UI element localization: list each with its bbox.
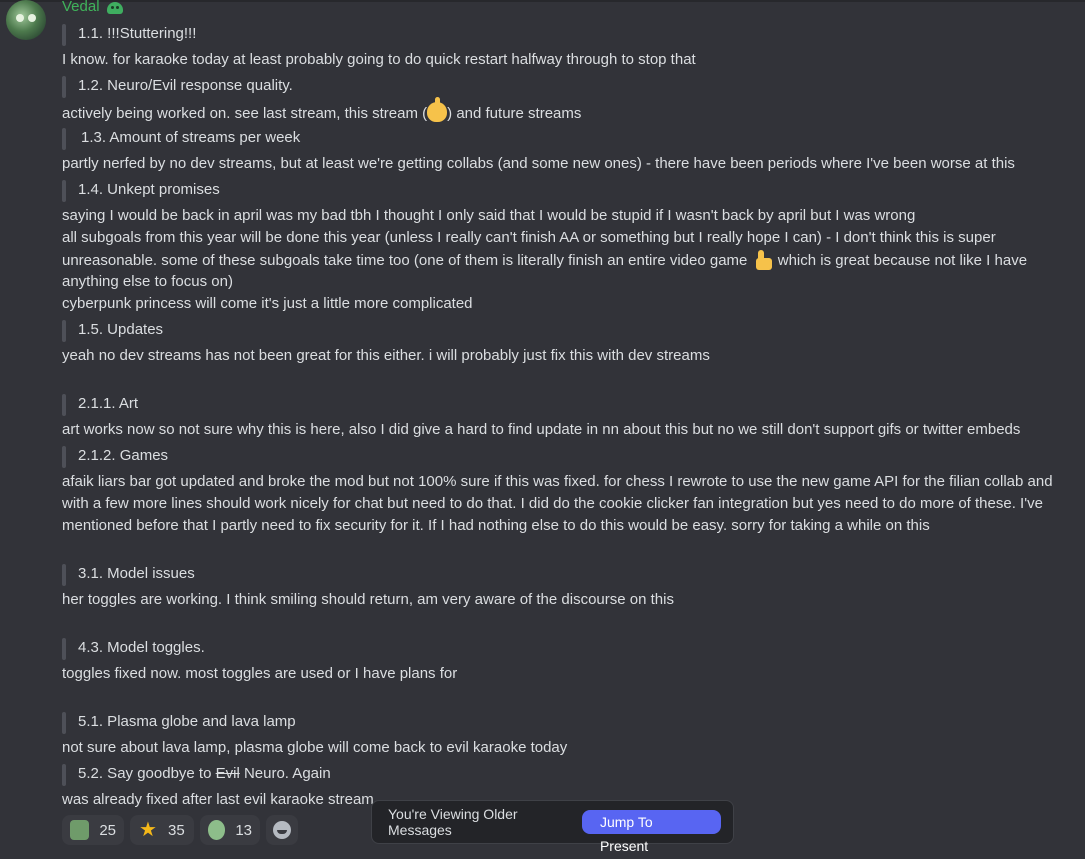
message-line: not sure about lava lamp, plasma globe w…: [62, 739, 568, 756]
message-line: with a few more lines should work nicely…: [62, 495, 1043, 512]
message-line: I know. for karaoke today at least proba…: [62, 51, 696, 68]
message-line: cyberpunk princess will come it's just a…: [62, 295, 473, 312]
message-line: yeah no dev streams has not been great f…: [62, 347, 710, 364]
message-line: unreasonable. some of these subgoals tak…: [62, 250, 1028, 270]
older-messages-text: You're Viewing Older Messages: [388, 806, 518, 838]
reaction-tree[interactable]: 13: [200, 815, 260, 845]
thumbs-up-emoji-icon: [752, 250, 774, 270]
message-line: saying I would be back in april was my b…: [62, 207, 916, 224]
author-badge-icon: [107, 2, 123, 14]
message-line: toggles fixed now. most toggles are used…: [62, 665, 458, 682]
message-line: mentioned before that I partly need to f…: [62, 517, 930, 534]
author-avatar[interactable]: [6, 0, 46, 40]
older-messages-bar: You're Viewing Older Messages Jump To Pr…: [371, 800, 734, 854]
message-line: art works now so not sure why this is he…: [62, 421, 1021, 438]
frog-emoji-icon: [70, 820, 90, 840]
tree-emoji-icon: [208, 820, 226, 840]
smiley-icon: [273, 821, 291, 839]
message-line: afaik liars bar got updated and broke th…: [62, 473, 1053, 490]
message-line: actively being worked on. see last strea…: [62, 97, 581, 124]
jump-to-present-button[interactable]: Jump To Present: [581, 810, 721, 854]
message-line: all subgoals from this year will be done…: [62, 229, 996, 246]
add-reaction-button[interactable]: [266, 815, 298, 845]
message-line: partly nerfed by no dev streams, but at …: [62, 155, 1015, 172]
reaction-star[interactable]: ★ 35: [130, 815, 194, 845]
top-divider: [0, 0, 1085, 2]
author-name[interactable]: Vedal: [62, 0, 100, 15]
message-line: was already fixed after last evil karaok…: [62, 791, 374, 808]
message-line: anything else to focus on): [62, 273, 233, 290]
star-emoji-icon: ★: [139, 819, 157, 841]
reaction-frog[interactable]: 25: [62, 815, 124, 845]
message-line: her toggles are working. I think smiling…: [62, 591, 674, 608]
crossed-fingers-emoji-icon: [427, 97, 448, 122]
